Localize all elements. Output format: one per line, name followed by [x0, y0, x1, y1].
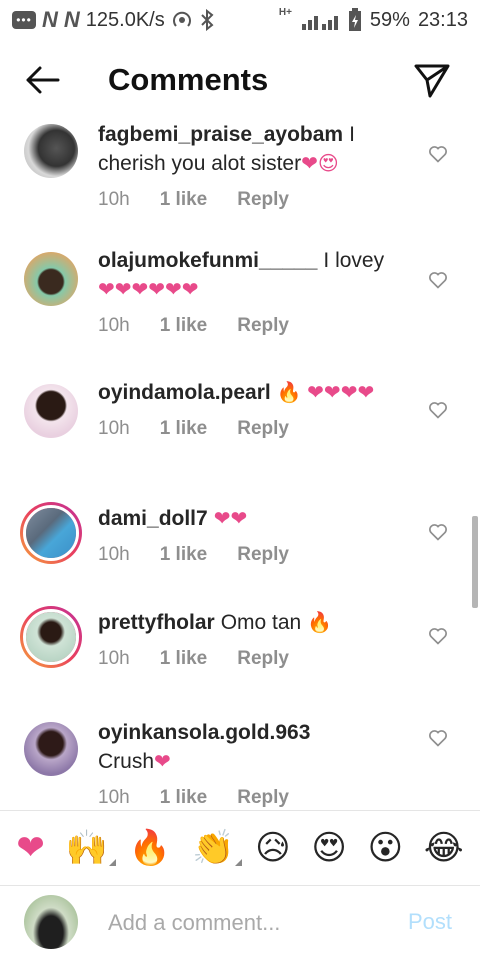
bluetooth-icon: [201, 9, 214, 31]
comment-meta: 10h 1 like Reply: [98, 648, 410, 670]
comment-text: I lovey: [323, 249, 385, 272]
like-count[interactable]: 1 like: [160, 418, 208, 440]
laughing-emoji-button[interactable]: 😂: [424, 828, 464, 868]
n-notification-icon: N: [42, 7, 58, 32]
like-count[interactable]: 1 like: [160, 544, 208, 566]
sad-emoji-button[interactable]: 😥: [255, 828, 290, 868]
like-count[interactable]: 1 like: [160, 648, 208, 670]
heart-emoji-button[interactable]: ❤: [16, 828, 45, 868]
header: Comments: [0, 52, 480, 110]
fire-emoji-button[interactable]: 🔥: [129, 828, 171, 868]
comment-text: Omo tan: [220, 611, 302, 634]
comment-meta: 10h 1 like Reply: [98, 787, 410, 809]
comment-username[interactable]: olajumokefunmi_____: [98, 249, 317, 272]
comment-emojis: ❤❤❤❤❤❤: [98, 279, 199, 301]
n-notification-icon-2: N: [63, 7, 80, 32]
heart-eyes-emoji-button[interactable]: 😍: [311, 828, 346, 868]
signal-icon: [301, 16, 338, 30]
comment-composer: Post: [0, 887, 480, 960]
comment-item: dami_doll7 ❤❤ 10h 1 like Reply: [0, 502, 480, 608]
like-heart-icon[interactable]: [428, 270, 448, 290]
like-heart-icon[interactable]: [428, 522, 448, 542]
comment-emojis: ❤😍: [301, 153, 339, 175]
surprised-emoji-button[interactable]: 😮: [368, 828, 403, 868]
comment-input[interactable]: [108, 907, 388, 939]
like-heart-icon[interactable]: [428, 728, 448, 748]
comment-item: oyinkansola.gold.963 Crush❤ 10h 1 like Re…: [0, 718, 480, 810]
avatar[interactable]: [24, 384, 78, 438]
comment-emojis: ❤❤: [213, 508, 248, 530]
comment-time: 10h: [98, 189, 130, 210]
avatar[interactable]: [24, 124, 78, 178]
hotspot-icon: [172, 11, 191, 27]
skin-tone-indicator: [109, 859, 117, 866]
hplus-label: H+: [278, 6, 292, 18]
battery-icon: [348, 8, 361, 31]
emoji-reaction-bar: ❤ 🙌 🔥 👏 😥 😍 😮 😂: [0, 810, 480, 886]
comment-time: 10h: [98, 418, 130, 439]
reply-button[interactable]: Reply: [237, 544, 289, 566]
avatar-story-ring[interactable]: [20, 606, 82, 668]
reply-button[interactable]: Reply: [237, 418, 289, 440]
reply-button[interactable]: Reply: [237, 787, 289, 809]
like-count[interactable]: 1 like: [160, 787, 208, 809]
like-count[interactable]: 1 like: [160, 189, 208, 211]
like-heart-icon[interactable]: [428, 400, 448, 420]
comment-username[interactable]: prettyfholar: [98, 611, 215, 634]
comment-item: fagbemi_praise_ayobam I cherish you alot …: [0, 120, 480, 246]
comment-username[interactable]: fagbemi_praise_ayobam: [98, 123, 343, 146]
clapping-emoji: 👏: [191, 829, 235, 867]
comment-item: prettyfholar Omo tan 🔥 10h 1 like Reply: [0, 606, 480, 718]
comment-meta: 10h 1 like Reply: [98, 418, 410, 440]
comment-username[interactable]: dami_doll7: [98, 507, 208, 530]
comment-emojis: 🔥 ❤❤❤❤: [276, 382, 375, 404]
raised-hands-emoji-button[interactable]: 🙌: [65, 828, 117, 868]
post-button[interactable]: Post: [408, 909, 452, 935]
comment-username[interactable]: oyindamola.pearl: [98, 381, 271, 404]
comment-username[interactable]: oyinkansola.gold.963: [98, 721, 310, 744]
clock: 23:13: [417, 8, 468, 31]
reply-button[interactable]: Reply: [237, 648, 289, 670]
avatar[interactable]: [24, 252, 78, 306]
reply-button[interactable]: Reply: [237, 189, 289, 211]
avatar: [23, 609, 79, 665]
comment-item: oyindamola.pearl 🔥 ❤❤❤❤ 10h 1 like Reply: [0, 378, 480, 504]
avatar-story-ring[interactable]: [20, 502, 82, 564]
comment-text: Crush: [98, 750, 155, 773]
scrollbar[interactable]: [472, 516, 478, 608]
comment-item: olajumokefunmi_____ I lovey ❤❤❤❤❤❤ 10h 1 l…: [0, 246, 480, 378]
comment-emojis: 🔥: [307, 612, 332, 634]
battery-percent: 59%: [369, 8, 410, 31]
raised-hands-emoji: 🙌: [65, 829, 109, 867]
comment-time: 10h: [98, 544, 130, 565]
comment-time: 10h: [98, 787, 130, 808]
comment-time: 10h: [98, 315, 130, 336]
back-arrow-icon[interactable]: [22, 62, 62, 98]
reply-button[interactable]: Reply: [237, 315, 289, 337]
comment-meta: 10h 1 like Reply: [98, 544, 410, 566]
comment-meta: 10h 1 like Reply: [98, 315, 410, 337]
avatar[interactable]: [24, 722, 78, 776]
send-icon[interactable]: [412, 60, 452, 100]
comment-meta: 10h 1 like Reply: [98, 189, 410, 211]
like-heart-icon[interactable]: [428, 144, 448, 164]
like-heart-icon[interactable]: [428, 626, 448, 646]
message-notification-icon: •••: [12, 11, 36, 29]
network-speed: 125.0K/s: [85, 8, 165, 31]
skin-tone-indicator: [235, 859, 243, 866]
comments-list[interactable]: fagbemi_praise_ayobam I cherish you alot …: [0, 116, 480, 810]
like-count[interactable]: 1 like: [160, 315, 208, 337]
status-bar: ••• N N 125.0K/s H+ 59% 23:13: [0, 0, 480, 40]
comment-time: 10h: [98, 648, 130, 669]
clapping-emoji-button[interactable]: 👏: [191, 828, 243, 868]
comment-emojis: ❤: [154, 751, 171, 773]
my-avatar: [24, 895, 78, 949]
avatar: [23, 505, 79, 561]
page-title: Comments: [108, 62, 269, 97]
